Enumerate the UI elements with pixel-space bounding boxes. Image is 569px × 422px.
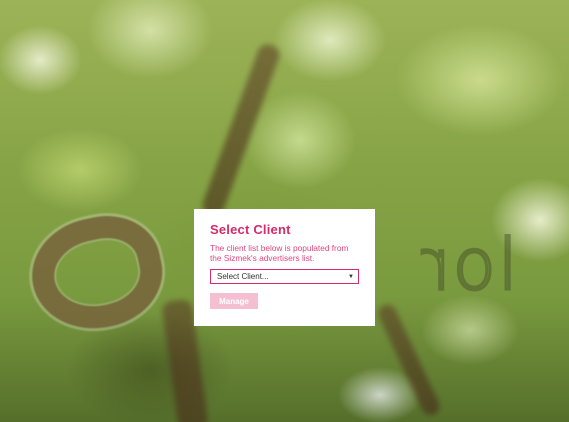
manage-button[interactable]: Manage [210,293,258,309]
logo-text-decal: lor [419,223,519,308]
client-select[interactable]: Select Client... ▼ [210,269,359,284]
panel-description: The client list below is populated from … [210,243,349,263]
select-client-panel: Select Client The client list below is p… [194,209,375,326]
panel-title: Select Client [210,222,291,237]
caret-down-icon: ▼ [348,273,354,280]
client-select-value: Select Client... [217,272,269,281]
